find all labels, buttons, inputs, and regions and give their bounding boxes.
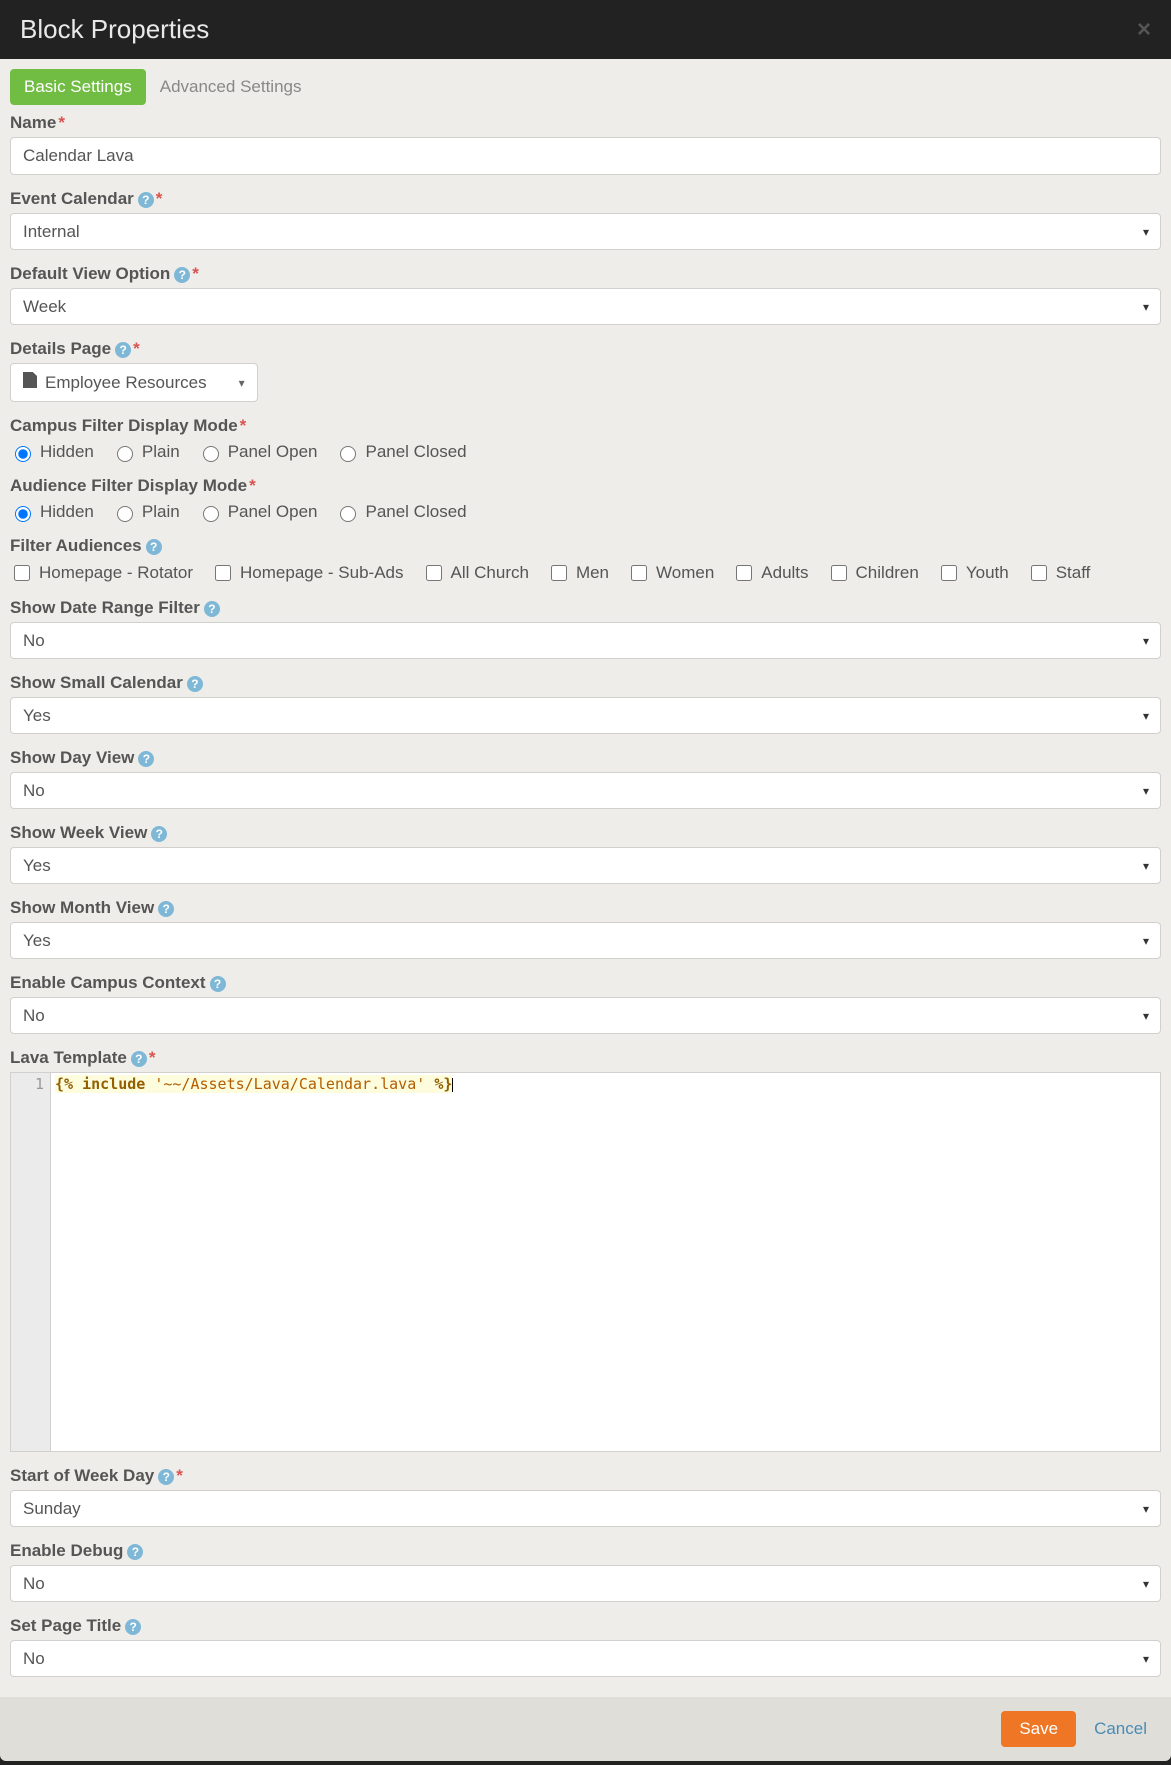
audience-all-church[interactable]	[426, 565, 442, 581]
modal-header: Block Properties ×	[0, 0, 1171, 59]
audience-children[interactable]	[831, 565, 847, 581]
event-calendar-label: Event Calendar?*	[10, 189, 1161, 209]
modal-body: Basic Settings Advanced Settings Name* E…	[0, 59, 1171, 1697]
help-icon[interactable]: ?	[158, 1469, 174, 1485]
filter-audiences-label: Filter Audiences?	[10, 536, 1161, 556]
audience-youth[interactable]	[941, 565, 957, 581]
show-month-view-label: Show Month View?	[10, 898, 1161, 918]
save-button[interactable]: Save	[1001, 1711, 1076, 1747]
help-icon[interactable]: ?	[187, 676, 203, 692]
chevron-down-icon: ▾	[239, 376, 245, 390]
start-of-week-label: Start of Week Day?*	[10, 1466, 1161, 1486]
start-of-week-select[interactable]: Sunday	[10, 1490, 1161, 1527]
cancel-button[interactable]: Cancel	[1088, 1718, 1153, 1740]
audience-filter-panel-open[interactable]	[203, 506, 219, 522]
code-area[interactable]: {% include '~~/Assets/Lava/Calendar.lava…	[51, 1073, 1160, 1451]
enable-debug-label: Enable Debug?	[10, 1541, 1161, 1561]
audience-homepage-rotator[interactable]	[14, 565, 30, 581]
tab-basic-settings[interactable]: Basic Settings	[10, 69, 146, 105]
help-icon[interactable]: ?	[146, 539, 162, 555]
file-icon	[23, 372, 37, 393]
audience-homepage-sub-ads[interactable]	[215, 565, 231, 581]
default-view-select[interactable]: Week	[10, 288, 1161, 325]
help-icon[interactable]: ?	[138, 751, 154, 767]
help-icon[interactable]: ?	[138, 192, 154, 208]
help-icon[interactable]: ?	[125, 1619, 141, 1635]
campus-filter-panel-closed[interactable]	[340, 446, 356, 462]
audience-filter-panel-closed[interactable]	[340, 506, 356, 522]
name-input[interactable]	[10, 137, 1161, 175]
close-icon[interactable]: ×	[1137, 16, 1151, 44]
lava-template-editor[interactable]: 1 {% include '~~/Assets/Lava/Calendar.la…	[10, 1072, 1161, 1452]
details-page-label: Details Page?*	[10, 339, 1161, 359]
event-calendar-select[interactable]: Internal	[10, 213, 1161, 250]
audience-men[interactable]	[551, 565, 567, 581]
campus-filter-hidden[interactable]	[15, 446, 31, 462]
name-label: Name*	[10, 113, 1161, 133]
campus-filter-mode-radios: Hidden Plain Panel Open Panel Closed	[10, 440, 1161, 462]
audience-filter-plain[interactable]	[117, 506, 133, 522]
audience-staff[interactable]	[1031, 565, 1047, 581]
enable-campus-context-select[interactable]: No	[10, 997, 1161, 1034]
details-page-picker[interactable]: Employee Resources ▾	[10, 363, 258, 402]
show-month-view-select[interactable]: Yes	[10, 922, 1161, 959]
help-icon[interactable]: ?	[115, 342, 131, 358]
audience-filter-hidden[interactable]	[15, 506, 31, 522]
help-icon[interactable]: ?	[174, 267, 190, 283]
show-date-range-select[interactable]: No	[10, 622, 1161, 659]
audience-filter-mode-label: Audience Filter Display Mode*	[10, 476, 1161, 496]
modal-footer: Save Cancel	[0, 1697, 1171, 1761]
details-page-value: Employee Resources	[45, 373, 207, 393]
help-icon[interactable]: ?	[131, 1051, 147, 1067]
show-week-view-select[interactable]: Yes	[10, 847, 1161, 884]
campus-filter-plain[interactable]	[117, 446, 133, 462]
code-gutter: 1	[11, 1073, 51, 1451]
block-properties-modal: Block Properties × Basic Settings Advanc…	[0, 0, 1171, 1761]
help-icon[interactable]: ?	[210, 976, 226, 992]
audience-filter-mode-radios: Hidden Plain Panel Open Panel Closed	[10, 500, 1161, 522]
campus-filter-panel-open[interactable]	[203, 446, 219, 462]
show-day-view-select[interactable]: No	[10, 772, 1161, 809]
enable-campus-context-label: Enable Campus Context?	[10, 973, 1161, 993]
modal-title: Block Properties	[20, 14, 209, 45]
show-small-calendar-label: Show Small Calendar?	[10, 673, 1161, 693]
set-page-title-select[interactable]: No	[10, 1640, 1161, 1677]
help-icon[interactable]: ?	[204, 601, 220, 617]
lava-template-label: Lava Template?*	[10, 1048, 1161, 1068]
tab-advanced-settings[interactable]: Advanced Settings	[146, 69, 316, 105]
campus-filter-mode-label: Campus Filter Display Mode*	[10, 416, 1161, 436]
enable-debug-select[interactable]: No	[10, 1565, 1161, 1602]
show-day-view-label: Show Day View?	[10, 748, 1161, 768]
show-week-view-label: Show Week View?	[10, 823, 1161, 843]
settings-tabs: Basic Settings Advanced Settings	[10, 69, 1161, 105]
help-icon[interactable]: ?	[151, 826, 167, 842]
help-icon[interactable]: ?	[158, 901, 174, 917]
audience-adults[interactable]	[736, 565, 752, 581]
help-icon[interactable]: ?	[127, 1544, 143, 1560]
audience-women[interactable]	[631, 565, 647, 581]
default-view-label: Default View Option?*	[10, 264, 1161, 284]
set-page-title-label: Set Page Title?	[10, 1616, 1161, 1636]
show-small-calendar-select[interactable]: Yes	[10, 697, 1161, 734]
filter-audiences-checks: Homepage - Rotator Homepage - Sub-Ads Al…	[10, 560, 1161, 584]
show-date-range-label: Show Date Range Filter?	[10, 598, 1161, 618]
